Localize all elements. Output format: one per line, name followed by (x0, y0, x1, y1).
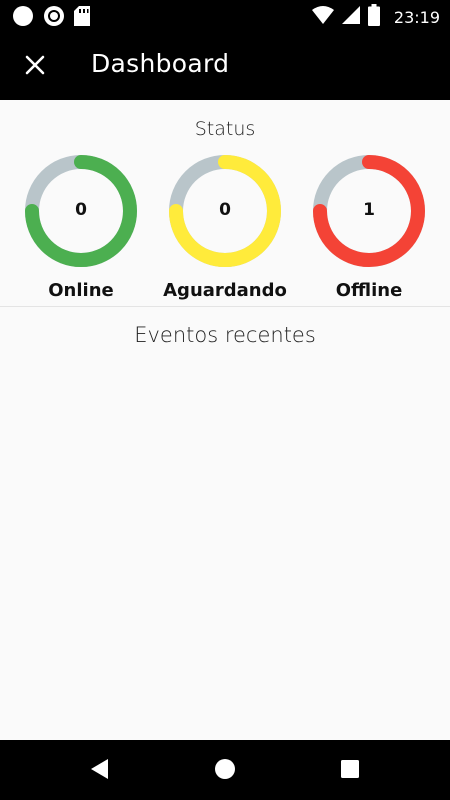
gauge-online: 0 Online (22, 154, 140, 301)
home-button[interactable] (212, 758, 238, 784)
events-title: Eventos recentes (134, 323, 316, 347)
gauge-value: 1 (363, 200, 375, 220)
back-icon (89, 758, 109, 785)
status-bar: 23:19 (0, 0, 450, 32)
gauge-value: 0 (219, 200, 231, 220)
sd-card-icon (74, 6, 90, 31)
gauge-value: 0 (75, 200, 87, 220)
battery-icon (367, 4, 380, 31)
back-button[interactable] (86, 758, 112, 784)
gauge-offline: 1 Offline (310, 154, 428, 301)
status-title: Status (194, 118, 256, 140)
status-section: Status 0 Online 0 Aguardando 1 Offline (0, 100, 450, 307)
recents-button[interactable] (337, 758, 363, 784)
signal-icon (341, 6, 360, 29)
gauge-label: Online (48, 280, 114, 301)
close-button[interactable] (18, 50, 52, 84)
circle-icon (12, 5, 34, 32)
wifi-icon (311, 6, 334, 29)
sync-icon (43, 5, 65, 32)
app-bar: Dashboard (0, 32, 450, 100)
clock-time: 23:19 (393, 8, 440, 27)
gauge-label: Aguardando (163, 280, 287, 301)
navigation-bar (0, 740, 450, 800)
gauge-label: Offline (335, 280, 403, 301)
recents-icon (340, 759, 360, 784)
home-icon (214, 758, 236, 785)
page-title: Dashboard (91, 49, 230, 78)
gauge-aguardando: 0 Aguardando (163, 154, 287, 301)
close-icon (25, 55, 45, 80)
